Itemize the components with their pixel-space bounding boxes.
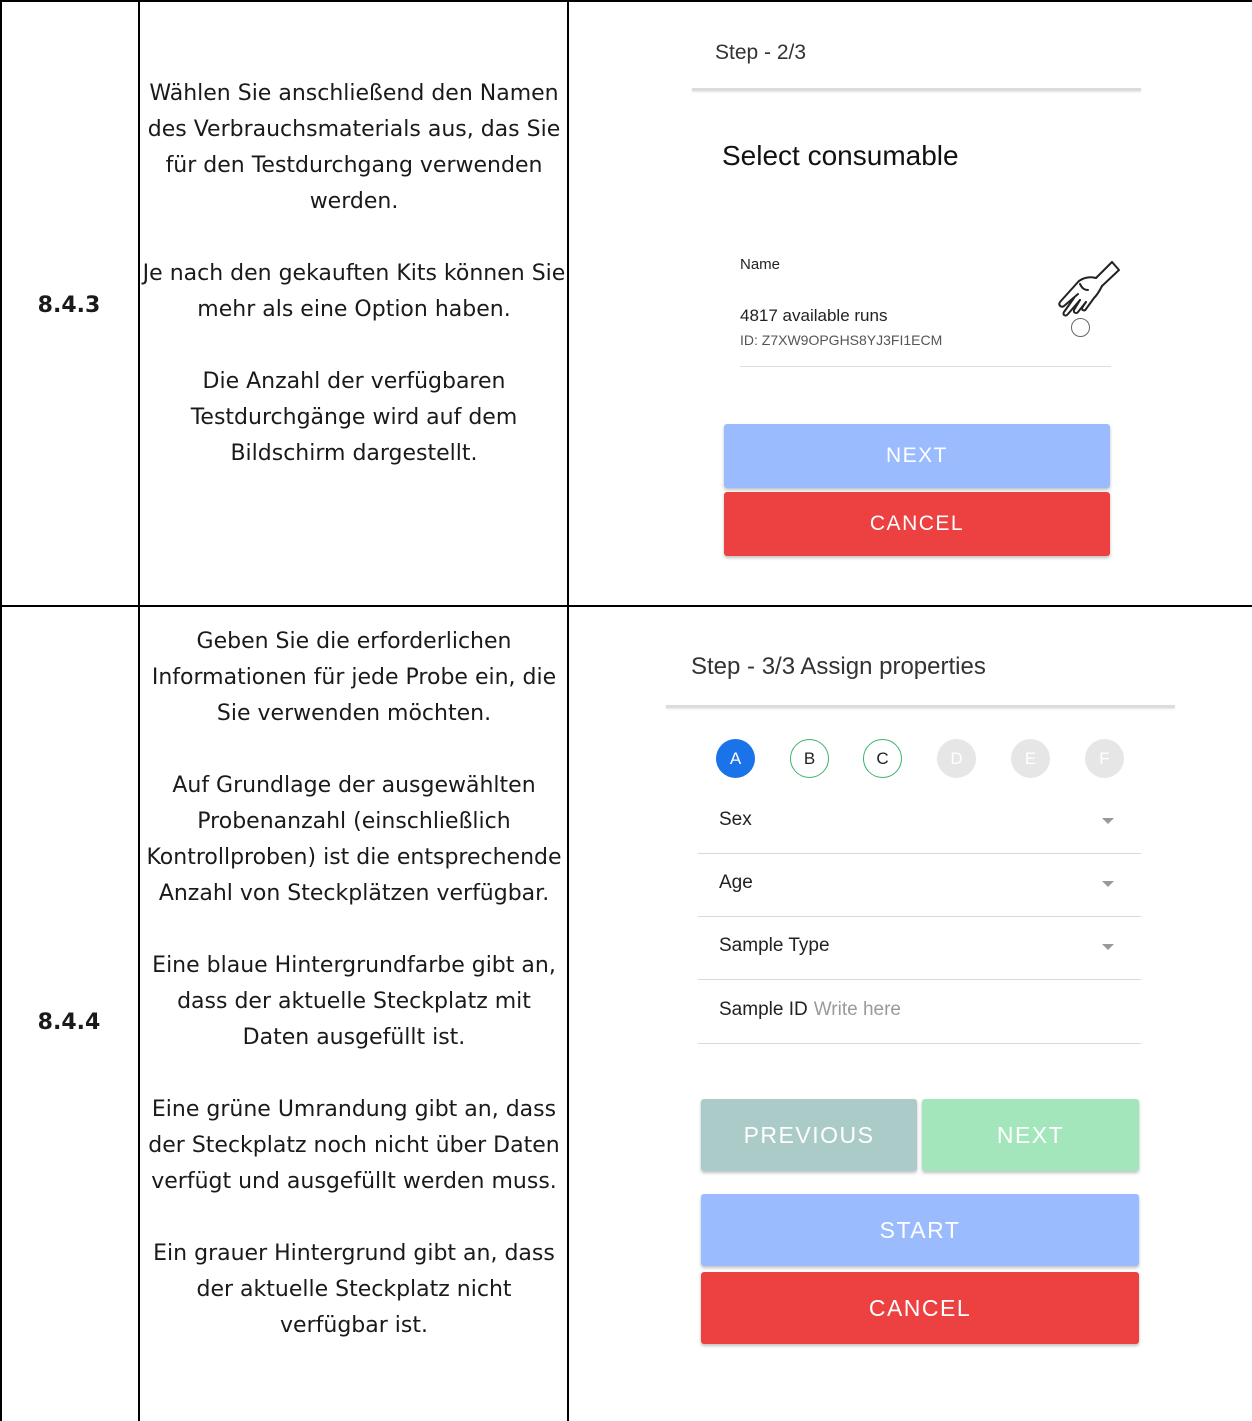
- sample-id-label-text: Sample ID: [719, 999, 808, 1020]
- row-divider: [0, 605, 1252, 607]
- description-paragraph: Ein grauer Hintergrund gibt an, dass der…: [153, 1241, 555, 1338]
- sample-id-placeholder[interactable]: Write here: [814, 999, 901, 1020]
- slot-b[interactable]: B: [790, 739, 829, 778]
- description-paragraph: Eine grüne Umrandung gibt an, dass der S…: [148, 1097, 560, 1194]
- column-divider-2: [567, 0, 569, 1421]
- slot-e: E: [1011, 739, 1050, 778]
- description-paragraph: Wählen Sie anschließend den Namen des Ve…: [147, 81, 561, 214]
- description-paragraph: Die Anzahl der verfügbaren Testdurchgäng…: [190, 369, 518, 466]
- column-divider-1: [138, 0, 140, 1421]
- age-select[interactable]: Age: [698, 854, 1141, 917]
- description-paragraph: Auf Grundlage der ausgewählten Probenanz…: [146, 773, 562, 906]
- step-indicator: Step - 3/3 Assign properties: [691, 653, 986, 680]
- consumable-id: ID: Z7XW9OPGHS8YJ3FI1ECM: [740, 332, 943, 348]
- description-paragraph: Je nach den gekauften Kits können Sie me…: [142, 261, 566, 322]
- sex-label: Sex: [719, 809, 752, 830]
- table-border-top: [0, 0, 1252, 2]
- slot-f: F: [1085, 739, 1124, 778]
- age-label: Age: [719, 872, 753, 893]
- sample-id-label: Sample ID Write here: [719, 999, 901, 1021]
- consumable-radio-button[interactable]: [1071, 318, 1090, 337]
- start-button[interactable]: START: [701, 1194, 1139, 1266]
- header-divider: [692, 88, 1141, 91]
- dropdown-caret-icon: [1102, 881, 1114, 887]
- sample-type-label: Sample Type: [719, 935, 830, 956]
- sample-type-select[interactable]: Sample Type: [698, 917, 1141, 980]
- step-number: 8.4.3: [37, 293, 101, 318]
- previous-button[interactable]: PREVIOUS: [701, 1099, 917, 1171]
- sex-select[interactable]: Sex: [698, 791, 1141, 854]
- next-button[interactable]: NEXT: [922, 1099, 1139, 1171]
- next-button[interactable]: NEXT: [724, 424, 1110, 488]
- table-border-left: [0, 0, 2, 1421]
- sample-id-field[interactable]: Sample ID Write here: [698, 981, 1141, 1044]
- list-divider: [740, 366, 1111, 367]
- slot-a[interactable]: A: [716, 739, 755, 778]
- dropdown-caret-icon: [1102, 944, 1114, 950]
- pointing-hand-icon: [1058, 261, 1120, 317]
- step-number: 8.4.4: [37, 1010, 101, 1035]
- description-paragraph: Eine blaue Hintergrundfarbe gibt an, das…: [152, 953, 556, 1050]
- available-runs: 4817 available runs: [740, 306, 888, 325]
- slot-c[interactable]: C: [863, 739, 902, 778]
- cancel-button[interactable]: CANCEL: [724, 492, 1110, 556]
- name-label: Name: [740, 256, 781, 273]
- description-paragraph: Geben Sie die erforderlichen Information…: [151, 629, 557, 726]
- header-divider: [666, 705, 1175, 708]
- step-indicator: Step - 2/3: [715, 41, 807, 64]
- step-description: Geben Sie die erforderlichen Information…: [142, 624, 566, 1344]
- step-description: Wählen Sie anschließend den Namen des Ve…: [142, 76, 566, 472]
- dropdown-caret-icon: [1102, 818, 1114, 824]
- slot-d: D: [937, 739, 976, 778]
- cancel-button[interactable]: CANCEL: [701, 1272, 1139, 1344]
- page-title: Select consumable: [722, 140, 959, 171]
